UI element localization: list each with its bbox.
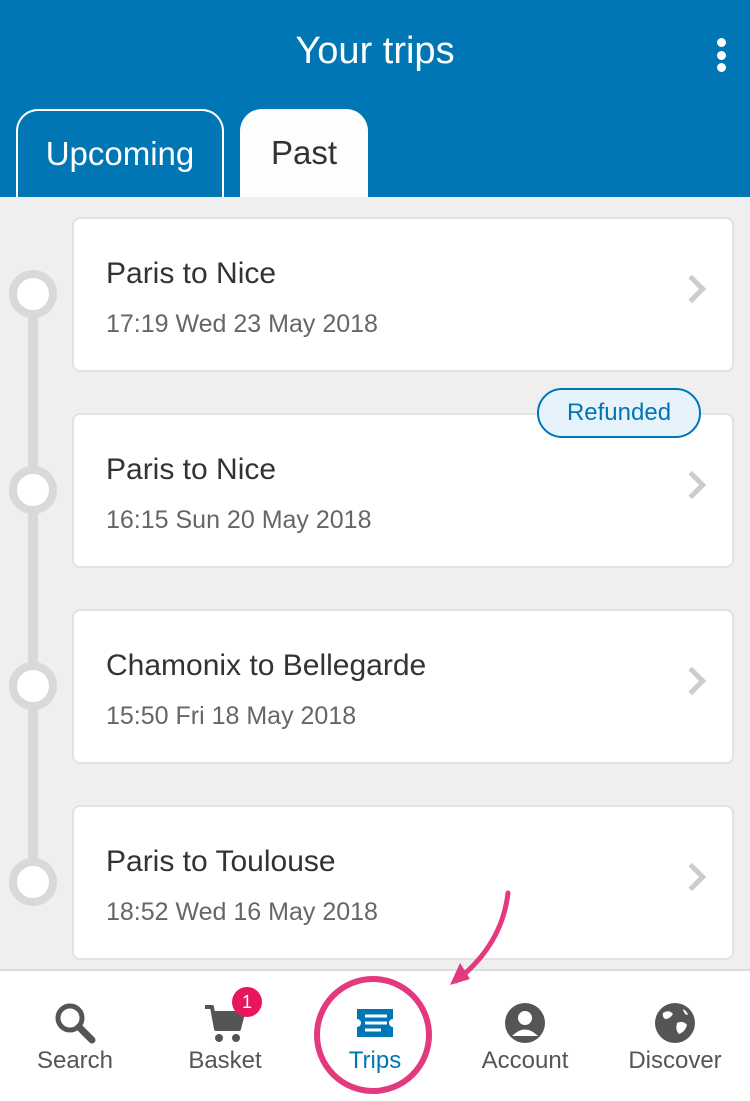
- chevron-right-icon: [677, 274, 707, 304]
- chevron-right-icon: [677, 862, 707, 892]
- timeline-line: [28, 292, 38, 882]
- search-icon: [55, 1003, 96, 1044]
- ticket-icon: [357, 1009, 393, 1037]
- timeline-node: [9, 858, 57, 906]
- timeline-node: [9, 270, 57, 318]
- trip-route: Chamonix to Bellegarde: [106, 649, 427, 682]
- tab-label: Trips: [348, 1047, 402, 1074]
- bottom-tab-bar: Search 1 Basket Trips Account Discover: [0, 969, 750, 1101]
- tab-label: Account: [481, 1047, 569, 1074]
- timeline-node: [9, 466, 57, 514]
- trip-datetime: 18:52 Wed 16 May 2018: [106, 898, 378, 926]
- tab-search[interactable]: Search: [0, 971, 150, 1101]
- trip-card[interactable]: Paris to Toulouse 18:52 Wed 16 May 2018: [72, 805, 734, 960]
- trip-card[interactable]: Paris to Nice 17:19 Wed 23 May 2018: [72, 217, 734, 372]
- app-header: Your trips Upcoming Past: [0, 0, 750, 197]
- trip-route: Paris to Toulouse: [106, 845, 336, 878]
- trip-datetime: 17:19 Wed 23 May 2018: [106, 310, 378, 338]
- tab-upcoming[interactable]: Upcoming: [16, 109, 224, 197]
- tab-account[interactable]: Account: [450, 971, 600, 1101]
- tab-trips[interactable]: Trips: [300, 971, 450, 1101]
- tab-label: Discover: [628, 1047, 722, 1074]
- tab-discover[interactable]: Discover: [600, 971, 750, 1101]
- tab-past[interactable]: Past: [240, 109, 368, 197]
- trip-route: Paris to Nice: [106, 257, 277, 290]
- trip-card[interactable]: Chamonix to Bellegarde 15:50 Fri 18 May …: [72, 609, 734, 764]
- refunded-badge: Refunded: [537, 388, 701, 438]
- trip-datetime: 15:50 Fri 18 May 2018: [106, 702, 357, 730]
- chevron-right-icon: [677, 470, 707, 500]
- globe-icon: [655, 1003, 695, 1043]
- more-menu-icon[interactable]: [714, 38, 728, 72]
- timeline-node: [9, 662, 57, 710]
- tab-label: Search: [36, 1047, 114, 1074]
- account-icon: [505, 1003, 545, 1043]
- chevron-right-icon: [677, 666, 707, 696]
- page-title: Your trips: [295, 30, 455, 72]
- tab-label: Basket: [188, 1047, 262, 1074]
- basket-count-badge: 1: [232, 987, 262, 1017]
- tab-basket[interactable]: 1 Basket: [150, 971, 300, 1101]
- trip-datetime: 16:15 Sun 20 May 2018: [106, 506, 372, 534]
- trip-route: Paris to Nice: [106, 453, 277, 486]
